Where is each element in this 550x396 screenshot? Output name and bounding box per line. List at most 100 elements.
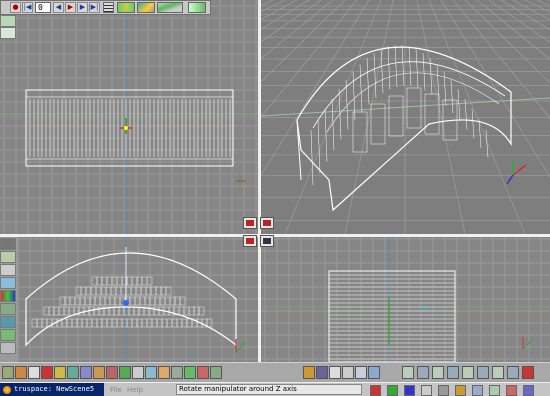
path-icon[interactable] [157, 2, 183, 13]
grid-line [524, 0, 550, 13]
leaf-icon[interactable] [184, 366, 196, 379]
render-icon[interactable] [462, 366, 474, 379]
bridge-step [406, 87, 422, 129]
bridge-slat [331, 98, 335, 151]
move-icon[interactable] [417, 366, 429, 379]
viewport-left[interactable] [261, 237, 550, 362]
brush-icon[interactable] [15, 366, 27, 379]
step-back-icon[interactable]: ◀ [53, 2, 64, 13]
settings-icon[interactable] [188, 2, 206, 13]
bridge-step [370, 103, 386, 145]
world-icon[interactable] [316, 366, 328, 379]
frame-icon[interactable] [132, 366, 144, 379]
modify-icon[interactable] [0, 342, 16, 354]
menu-file[interactable]: File [110, 384, 122, 396]
bridge-step [95, 286, 102, 296]
bridge-slat [408, 46, 412, 87]
save-icon[interactable] [0, 238, 16, 250]
plant-icon[interactable] [119, 366, 131, 379]
scene-status-icon[interactable] [472, 385, 483, 396]
viewport-front[interactable] [18, 237, 258, 362]
shape-icon[interactable] [0, 251, 16, 263]
render-icon[interactable] [197, 366, 209, 379]
light-status-icon[interactable] [455, 385, 466, 396]
bridge-step [105, 286, 112, 296]
viewport-perspective[interactable] [261, 0, 550, 234]
play-icon[interactable]: ▶ [65, 2, 76, 13]
viewport-divider-vertical[interactable] [258, 0, 261, 362]
viewport-view-icon[interactable] [260, 235, 274, 247]
scale-icon[interactable] [447, 366, 459, 379]
undo-icon[interactable] [492, 366, 504, 379]
display-icon[interactable] [342, 366, 354, 379]
corner-axis [512, 164, 527, 176]
object-list-icon[interactable] [0, 316, 16, 328]
viewport-divider-horizontal[interactable] [0, 234, 550, 237]
hat-icon[interactable] [54, 366, 66, 379]
bridge-step [165, 286, 172, 296]
go-end-icon[interactable]: ▶| [89, 2, 100, 13]
camera-icon[interactable] [145, 366, 157, 379]
step-forward-icon[interactable]: ▶ [77, 2, 88, 13]
object-library-icon[interactable] [2, 366, 14, 379]
animation-toolbar: ● |◀ 0 ◀ ▶ ▶ ▶| [0, 0, 211, 15]
tree-icon[interactable] [67, 366, 79, 379]
figure-icon[interactable] [171, 366, 183, 379]
render-status-icon[interactable] [370, 385, 381, 396]
viewport-top[interactable] [0, 0, 258, 234]
camera-status-icon[interactable] [404, 385, 415, 396]
corner-axis [506, 174, 514, 185]
grid-line [488, 0, 550, 43]
terrain-icon[interactable] [0, 329, 16, 341]
gizmo-center [124, 126, 128, 130]
keyframe-editor-icon[interactable] [103, 2, 114, 13]
paint-brush-icon[interactable] [0, 303, 16, 315]
eraser-icon[interactable] [28, 366, 40, 379]
sphere-icon[interactable] [41, 366, 53, 379]
frame-number-field[interactable]: 0 [35, 2, 51, 13]
material-icon[interactable] [106, 366, 118, 379]
menu-help[interactable]: Help [127, 384, 143, 396]
nav-icon[interactable] [477, 366, 489, 379]
viewport-layout-icon[interactable] [243, 217, 257, 229]
viewport-camera-icon[interactable] [243, 235, 257, 247]
bridge-slat [366, 58, 370, 105]
folder-icon[interactable] [80, 366, 92, 379]
top-view-canvas[interactable] [0, 0, 258, 234]
layer-icon[interactable] [0, 15, 16, 27]
record-icon[interactable]: ● [10, 2, 21, 13]
deform-icon[interactable] [0, 264, 16, 276]
info-status-icon[interactable] [523, 385, 534, 396]
color-icon[interactable] [0, 290, 16, 302]
viewport-swap-icon[interactable] [260, 217, 274, 229]
grid-line [261, 0, 298, 20]
go-start-icon[interactable]: |◀ [22, 2, 33, 13]
cube-icon[interactable] [137, 2, 155, 13]
material-status-icon[interactable] [421, 385, 432, 396]
help-status-icon[interactable] [506, 385, 517, 396]
scene-icon[interactable] [210, 366, 222, 379]
perspective-view-canvas[interactable] [261, 0, 550, 234]
render-settings-icon[interactable] [329, 366, 341, 379]
rotate-icon[interactable] [432, 366, 444, 379]
front-view-canvas[interactable] [18, 237, 258, 362]
bridge-icon[interactable] [117, 2, 135, 13]
bridge-step [79, 296, 86, 306]
arrow-icon[interactable] [522, 366, 534, 379]
bridge-step [150, 286, 157, 296]
grid-icon[interactable] [402, 366, 414, 379]
object-status-icon[interactable] [387, 385, 398, 396]
add-icon[interactable] [0, 27, 16, 39]
lock-icon[interactable] [368, 366, 380, 379]
light-icon[interactable] [158, 366, 170, 379]
select-icon[interactable] [0, 277, 16, 289]
bridge-step [114, 296, 121, 306]
grid-status-icon[interactable] [489, 385, 500, 396]
texture-icon[interactable] [93, 366, 105, 379]
paint-status-icon[interactable] [438, 385, 449, 396]
left-view-canvas[interactable] [261, 237, 550, 362]
avatar-icon[interactable] [303, 366, 315, 379]
window-title: truspace: NewScene5 [0, 383, 104, 396]
help-icon[interactable] [507, 366, 519, 379]
window-icon[interactable] [355, 366, 367, 379]
